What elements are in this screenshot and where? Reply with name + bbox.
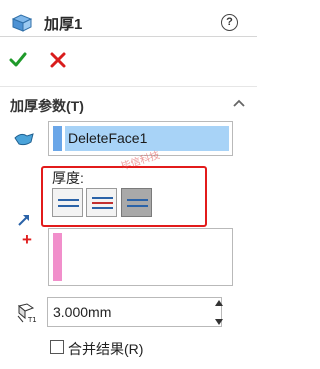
direction-arrow-icon[interactable] xyxy=(17,213,31,227)
thicken-feature-icon xyxy=(11,14,33,32)
thicken-side-2-button[interactable] xyxy=(121,188,152,217)
section-divider xyxy=(0,86,257,87)
spin-down-icon[interactable] xyxy=(215,319,223,325)
selection-list-box[interactable] xyxy=(48,228,233,286)
face-selection-icon xyxy=(14,133,34,146)
thickness-input[interactable]: 3.000mm xyxy=(47,297,222,327)
merge-result-checkbox[interactable] xyxy=(50,340,64,354)
checkmark-icon[interactable] xyxy=(9,51,27,69)
feature-title: 加厚1 xyxy=(44,16,83,33)
section-title[interactable]: 加厚参数(T) xyxy=(10,96,84,116)
chevron-up-icon[interactable] xyxy=(232,98,246,108)
thickness-label: 厚度: xyxy=(52,170,84,186)
add-icon[interactable]: + xyxy=(22,231,32,248)
thicken-side-1-button[interactable] xyxy=(52,188,83,217)
merge-result-label[interactable]: 合并结果(R) xyxy=(68,339,143,359)
spin-up-icon[interactable] xyxy=(215,300,223,306)
help-icon[interactable]: ? xyxy=(221,14,238,31)
side-2-icon xyxy=(127,199,148,207)
side-1-icon xyxy=(58,199,79,207)
svg-text:T1: T1 xyxy=(27,316,37,324)
thicken-both-sides-button[interactable] xyxy=(86,188,117,217)
list-accent xyxy=(53,233,62,281)
thickness-t1-icon: T1 xyxy=(17,303,37,324)
x-icon[interactable] xyxy=(49,51,67,69)
selected-face-item[interactable]: DeleteFace1 xyxy=(65,126,229,151)
selection-accent xyxy=(53,126,62,151)
both-sides-icon xyxy=(92,197,113,209)
header-divider xyxy=(0,36,257,37)
